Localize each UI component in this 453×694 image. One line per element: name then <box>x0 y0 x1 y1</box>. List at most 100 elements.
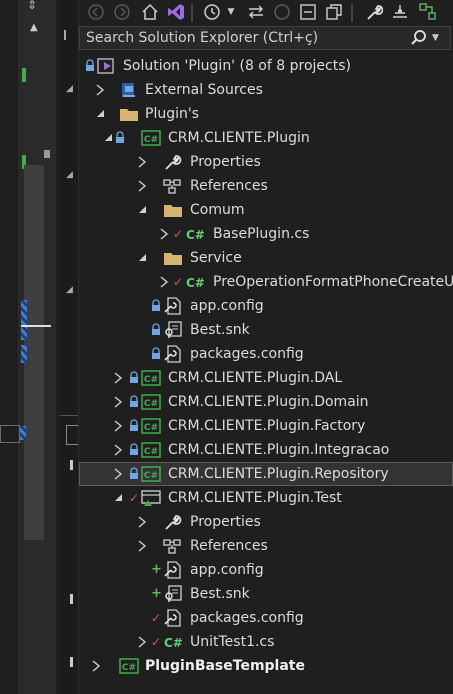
csharp-file-icon: C# <box>163 633 183 651</box>
expand-arrow-icon[interactable] <box>135 154 149 170</box>
editor-margin: ⇕ ▲ <box>0 0 60 694</box>
lock-icon <box>151 299 161 313</box>
tree-item-test-app-config[interactable]: + app.config <box>79 558 453 582</box>
back-icon[interactable] <box>85 1 107 23</box>
tree-item-label: CRM.CLIENTE.Plugin.DAL <box>168 370 343 386</box>
scroll-position-line <box>21 325 51 327</box>
expand-arrow-icon[interactable] <box>157 226 171 242</box>
key-file-icon <box>163 321 183 339</box>
tree-item-domain-project[interactable]: C# CRM.CLIENTE.Plugin.Domain <box>79 390 453 414</box>
collapse-arrow-icon[interactable] <box>111 490 125 506</box>
csharp-project-icon: C# <box>141 129 161 147</box>
chevron-down-icon[interactable]: ▼ <box>225 1 237 23</box>
expand-arrow-icon[interactable] <box>135 514 149 530</box>
solution-icon <box>97 57 117 75</box>
expand-arrow-icon[interactable] <box>157 274 171 290</box>
tree-item-dal-project[interactable]: C# CRM.CLIENTE.Plugin.DAL <box>79 366 453 390</box>
collapse-arrow-icon[interactable] <box>135 250 149 266</box>
expand-arrow-icon[interactable] <box>111 370 125 386</box>
search-box[interactable]: ▼ <box>79 26 451 50</box>
collapse-arrow-icon[interactable] <box>135 202 149 218</box>
collapse-icon[interactable]: ◢ <box>66 84 73 94</box>
tree-item-label: PreOperationFormatPhoneCreateUp <box>213 274 453 290</box>
tree-item-label: Service <box>190 250 242 266</box>
expand-arrow-icon[interactable] <box>89 658 103 674</box>
lock-icon <box>85 59 95 73</box>
editor-widget[interactable] <box>0 425 20 443</box>
lock-icon <box>129 419 139 433</box>
split-icon[interactable]: ⇕ <box>27 0 39 11</box>
collapse-icon[interactable]: ◢ <box>66 170 73 180</box>
refresh-icon[interactable] <box>271 1 293 23</box>
scroll-marker <box>21 300 27 340</box>
tree-item-test-project[interactable]: ✓ CRM.CLIENTE.Plugin.Test <box>79 486 453 510</box>
tree-item-label: app.config <box>190 298 264 314</box>
tree-item-comum-folder[interactable]: Comum <box>79 198 453 222</box>
tree-item-test-properties[interactable]: Properties <box>79 510 453 534</box>
tree-item-baseplugin[interactable]: ✓ C# BasePlugin.cs <box>79 222 453 246</box>
collapse-arrow-icon[interactable] <box>101 130 115 146</box>
show-all-files-icon[interactable] <box>323 1 345 23</box>
divider <box>60 415 78 416</box>
tree-item-crm-plugin-project[interactable]: C# CRM.CLIENTE.Plugin <box>79 126 453 150</box>
collapse-all-icon[interactable] <box>297 1 319 23</box>
tree-item-test-best-snk[interactable]: + Best.snk <box>79 582 453 606</box>
solution-explorer-toolbar: ▼ <box>79 0 453 26</box>
lock-icon <box>151 347 161 361</box>
tree-item-properties[interactable]: Properties <box>79 150 453 174</box>
class-view-icon[interactable] <box>417 1 439 23</box>
tree-item-factory-project[interactable]: C# CRM.CLIENTE.Plugin.Factory <box>79 414 453 438</box>
expand-arrow-icon[interactable] <box>111 466 125 482</box>
expand-arrow-icon[interactable] <box>93 82 107 98</box>
tree-item-unittest[interactable]: ✓ C# UnitTest1.cs <box>79 630 453 654</box>
key-file-icon <box>163 585 183 603</box>
tree-item-service-folder[interactable]: Service <box>79 246 453 270</box>
pending-changes-icon[interactable] <box>201 1 223 23</box>
tree-item-app-config[interactable]: app.config <box>79 294 453 318</box>
sync-icon[interactable] <box>245 1 267 23</box>
chevron-up-icon[interactable]: ▲ <box>30 22 38 33</box>
tree-item-label: packages.config <box>190 610 304 626</box>
expand-arrow-icon[interactable] <box>111 418 125 434</box>
lock-icon <box>115 131 125 145</box>
forward-icon[interactable] <box>111 1 133 23</box>
expand-arrow-icon[interactable] <box>111 394 125 410</box>
checked-in-icon: ✓ <box>151 635 162 649</box>
toolbar-separator <box>351 4 353 22</box>
search-options-chevron-icon[interactable]: ▼ <box>432 29 444 47</box>
gutter-mark <box>70 460 73 470</box>
visual-studio-icon[interactable] <box>165 1 187 23</box>
search-input[interactable] <box>84 27 408 49</box>
preview-icon[interactable] <box>389 1 411 23</box>
tree-item-packages-config[interactable]: packages.config <box>79 342 453 366</box>
config-file-icon <box>163 297 183 315</box>
tree-item-best-snk[interactable]: Best.snk <box>79 318 453 342</box>
expand-arrow-icon[interactable] <box>135 178 149 194</box>
pending-add-icon: + <box>151 562 162 577</box>
collapse-arrow-icon[interactable] <box>93 106 107 122</box>
tree-item-external-sources[interactable]: External Sources <box>79 78 453 102</box>
editor-scrollbar[interactable] <box>21 165 51 540</box>
home-icon[interactable] <box>139 1 161 23</box>
collapse-icon[interactable]: ◢ <box>66 285 73 295</box>
tree-item-pluginbasetemplate-project[interactable]: C# PluginBaseTemplate <box>79 654 453 678</box>
config-file-icon <box>163 609 183 627</box>
tree-item-test-packages-config[interactable]: ✓ packages.config <box>79 606 453 630</box>
tree-item-repository-project[interactable]: C# CRM.CLIENTE.Plugin.Repository <box>79 462 453 486</box>
tree-item-label: Best.snk <box>190 322 250 338</box>
tree-item-solution[interactable]: Solution 'Plugin' (8 of 8 projects) <box>79 54 453 78</box>
find-widget[interactable] <box>66 425 78 445</box>
tree-item-preoperation[interactable]: ✓ C# PreOperationFormatPhoneCreateUp <box>79 270 453 294</box>
checked-in-icon: ✓ <box>129 491 140 505</box>
search-icon[interactable] <box>410 29 428 47</box>
tree-item-test-references[interactable]: References <box>79 534 453 558</box>
tree-item-integracao-project[interactable]: C# CRM.CLIENTE.Plugin.Integracao <box>79 438 453 462</box>
expand-arrow-icon[interactable] <box>135 634 149 650</box>
tree-item-references[interactable]: References <box>79 174 453 198</box>
code-gutter <box>0 0 18 694</box>
csharp-file-icon: C# <box>185 225 205 243</box>
expand-arrow-icon[interactable] <box>111 442 125 458</box>
expand-arrow-icon[interactable] <box>135 538 149 554</box>
properties-wrench-icon[interactable] <box>363 1 385 23</box>
tree-item-plugins-folder[interactable]: Plugin's <box>79 102 453 126</box>
